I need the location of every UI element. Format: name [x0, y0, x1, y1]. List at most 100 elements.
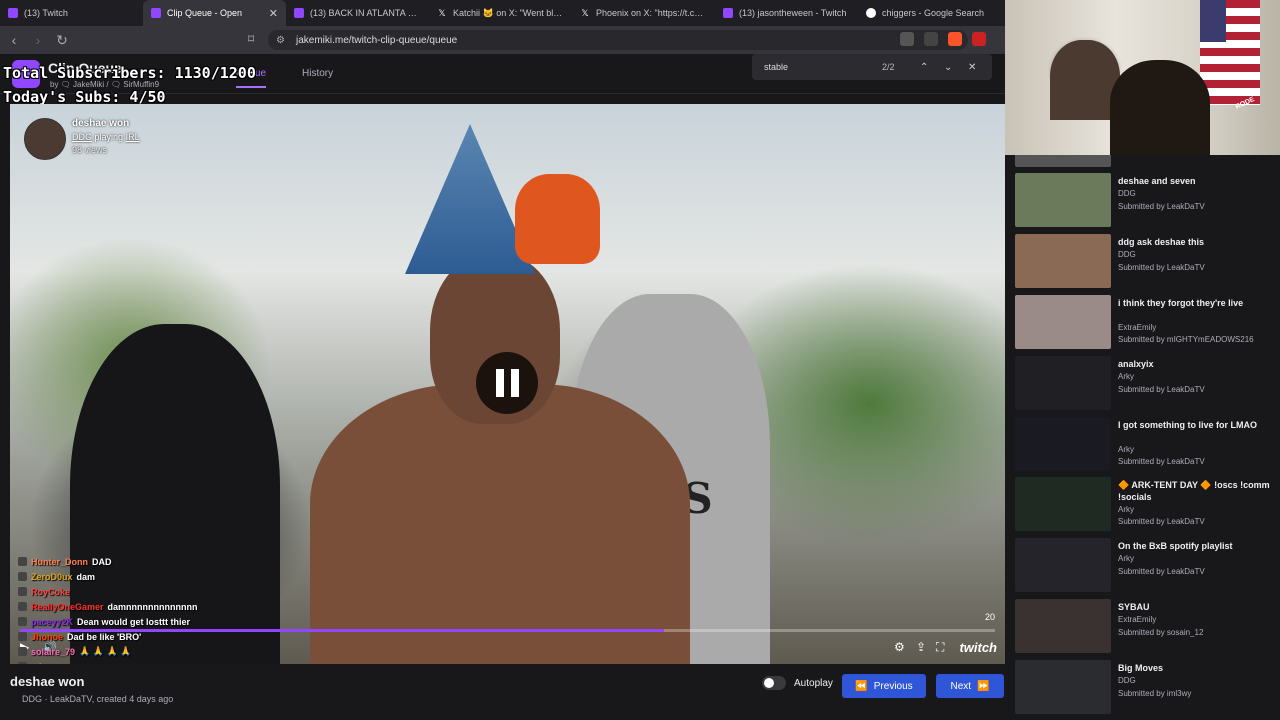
chat-badge-icon	[18, 557, 27, 566]
queue-thumbnail[interactable]	[1015, 155, 1111, 167]
site-settings-icon[interactable]: ⚙	[276, 35, 285, 46]
tab-title: chiggers - Google Search	[882, 8, 985, 18]
queue-thumbnail[interactable]	[1015, 477, 1111, 531]
chat-username[interactable]: solaire_79	[31, 647, 75, 657]
pause-icon	[510, 369, 519, 397]
queue-thumbnail[interactable]	[1015, 173, 1111, 227]
queue-item[interactable]: ddg ask deshae this DDG Submitted by LeakD…	[1015, 234, 1275, 290]
find-next-icon[interactable]: ⌄	[944, 62, 952, 73]
chat-badge-icon	[18, 617, 27, 626]
extension-icon[interactable]	[900, 32, 914, 46]
close-tab-icon[interactable]: ✕	[269, 7, 278, 20]
rewind-icon: ⏪	[855, 680, 868, 692]
nav-history[interactable]: History	[302, 68, 333, 79]
queue-thumbnail[interactable]	[1015, 356, 1111, 410]
queue-item-category: ExtraEmily	[1118, 615, 1157, 624]
address-bar: ‹ › ↻ ⌑ ⚙ jakemiki.me/twitch-clip-queue/…	[0, 26, 1005, 54]
queue-item-submitter: Submitted by LeakDaTV	[1118, 385, 1205, 394]
twitch-icon	[294, 8, 304, 18]
clip-game[interactable]: DDG playing IRL	[72, 132, 140, 142]
queue-thumbnail[interactable]	[1015, 538, 1111, 592]
next-button[interactable]: Next ⏩	[936, 674, 1004, 698]
queue-item-submitter: Submitted by mIGHTYmEADOWS216	[1118, 335, 1254, 344]
webcam-scene	[1110, 60, 1210, 155]
browser-tab[interactable]: Clip Queue - Open ✕	[143, 0, 286, 26]
previous-button[interactable]: ⏪ Previous	[842, 674, 926, 698]
browser-tab[interactable]: chiggers - Google Search	[858, 0, 1001, 26]
twitch-watermark[interactable]: twitch	[959, 640, 997, 655]
settings-icon[interactable]: ⚙	[894, 640, 905, 654]
chat-text: 🙏 🙏 🙏 🙏	[79, 646, 132, 656]
queue-item-title: deshae and seven	[1118, 176, 1196, 186]
share-icon[interactable]: ⇪	[916, 640, 926, 654]
brave-rewards-icon[interactable]	[972, 32, 986, 46]
share-icon[interactable]	[924, 32, 938, 46]
chat-message: Hunter_Donn DAD	[18, 554, 278, 569]
queue-thumbnail[interactable]	[1015, 660, 1111, 714]
queue-item-title: On the BxB spotify playlist	[1118, 541, 1233, 551]
next-label: Next	[950, 680, 972, 692]
browser-tab[interactable]: (13) Twitch	[0, 0, 143, 26]
queue-thumbnail[interactable]	[1015, 417, 1111, 471]
queue-thumbnail[interactable]	[1015, 295, 1111, 349]
pause-button[interactable]	[476, 352, 538, 414]
webcam-overlay: RODE	[1005, 0, 1280, 155]
chat-username[interactable]: ZeroD0ux	[31, 572, 73, 582]
tab-title: Katchii 🐱 on X: "Went black, n	[453, 7, 564, 18]
clip-views: 98 views	[72, 145, 108, 155]
queue-item-title: SYBAU	[1118, 602, 1150, 612]
google-icon	[866, 8, 876, 18]
category-link[interactable]: IRL	[126, 132, 140, 142]
avatar[interactable]	[24, 118, 66, 160]
footer-clip-meta: DDG · LeakDaTV, created 4 days ago	[22, 694, 174, 704]
queue-thumbnail[interactable]	[1015, 599, 1111, 653]
browser-tab[interactable]: 𝕏 Phoenix on X: "https://t.co/f1J	[572, 0, 715, 26]
twitch-icon	[723, 8, 733, 18]
chat-badge-icon	[18, 587, 27, 596]
browser-tab[interactable]: (13) BACK IN ATLANTA + S TIER	[286, 0, 429, 26]
brave-shield-icon[interactable]	[948, 32, 962, 46]
find-close-icon[interactable]: ✕	[968, 62, 976, 73]
queue-item[interactable]: SYBAU ExtraEmily Submitted by sosain_12	[1015, 599, 1275, 655]
autoplay-toggle[interactable]	[762, 676, 786, 690]
browser-tab[interactable]: (13) jasontheween - Twitch	[715, 0, 858, 26]
chat-message: Jhonoe Dad be like 'BRO'	[18, 629, 278, 644]
tab-title: Phoenix on X: "https://t.co/f1J	[596, 8, 707, 18]
url-field[interactable]: ⚙ jakemiki.me/twitch-clip-queue/queue	[268, 30, 968, 50]
queue-thumbnail[interactable]	[1015, 234, 1111, 288]
broadcaster-link[interactable]: DDG	[72, 132, 92, 142]
queue-item[interactable]: On the BxB spotify playlist Arky Submitted…	[1015, 538, 1275, 594]
twitch-icon	[151, 8, 161, 18]
reload-icon[interactable]: ↻	[52, 32, 72, 49]
queue-item-title: Big Moves	[1118, 663, 1164, 673]
queue-item[interactable]: Big Moves DDG Submitted by iml3wy	[1015, 660, 1275, 716]
url-text: jakemiki.me/twitch-clip-queue/queue	[296, 34, 458, 46]
queue-item[interactable]: I got something to live for LMAO Arky Subm…	[1015, 417, 1275, 473]
clip-footer: deshae won DDG · LeakDaTV, created 4 day…	[0, 664, 1005, 720]
find-prev-icon[interactable]: ⌃	[920, 62, 928, 73]
queue-item[interactable]: analxyix Arky Submitted by LeakDaTV	[1015, 356, 1275, 412]
queue-item-submitter: Submitted by LeakDaTV	[1118, 457, 1205, 466]
chat-text: dam	[76, 571, 96, 582]
forward-icon[interactable]: ›	[28, 32, 48, 48]
time-counter: 20	[984, 612, 995, 622]
find-input[interactable]: stable	[764, 62, 788, 72]
chat-text: Dad be like 'BRO'	[67, 631, 142, 642]
fast-forward-icon: ⏩	[977, 680, 990, 692]
video-scene	[310, 384, 690, 664]
back-icon[interactable]: ‹	[4, 32, 24, 48]
chat-username[interactable]: Hunter_Donn	[31, 557, 88, 567]
chat-username[interactable]: RoyCoke	[31, 587, 70, 597]
queue-item[interactable]: 🔶 ARK-TENT DAY 🔶 !oscs !comm !socials Ark…	[1015, 477, 1275, 533]
fullscreen-icon[interactable]: ⛶	[936, 640, 944, 655]
chat-username[interactable]: ReallyOneGamer	[31, 602, 104, 612]
bookmark-icon[interactable]: ⌑	[248, 32, 254, 46]
chat-badge-icon	[18, 602, 27, 611]
queue-item-category: Arky	[1118, 505, 1134, 514]
browser-tab[interactable]: 𝕏 Katchii 🐱 on X: "Went black, n	[429, 0, 572, 26]
chat-username[interactable]: paceyy2K	[31, 617, 73, 627]
chat-username[interactable]: Jhonoe	[31, 632, 63, 642]
queue-item[interactable]: deshae and seven DDG Submitted by LeakDaTV	[1015, 173, 1275, 229]
queue-item-submitter: Submitted by LeakDaTV	[1118, 202, 1205, 211]
queue-item[interactable]: i think they forgot they're live ExtraEmi…	[1015, 295, 1275, 351]
